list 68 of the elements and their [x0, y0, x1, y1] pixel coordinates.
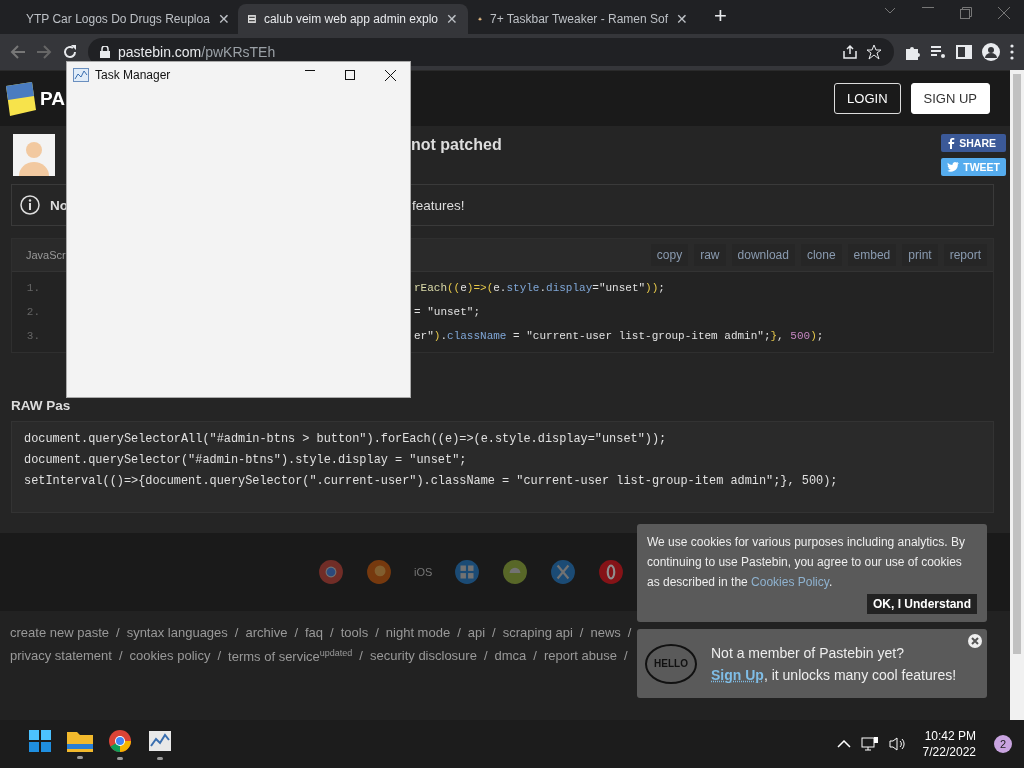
clock-time[interactable]: 10:42 PM — [924, 729, 976, 743]
footer-link[interactable]: cookies policy — [129, 648, 211, 665]
footer-link[interactable]: news — [590, 625, 621, 640]
separator: / — [627, 625, 632, 640]
separator: / — [116, 625, 120, 640]
language-label: JavaScr — [26, 249, 66, 261]
footer-link[interactable]: terms of service$^{updated}$ — [228, 648, 353, 665]
code-action-button[interactable]: report — [943, 244, 987, 266]
logo-text[interactable]: PA — [40, 87, 65, 110]
code-line: er").className = "current-user list-group-item admin";}, 500); — [414, 330, 824, 342]
ios-label[interactable]: iOS — [414, 566, 433, 578]
footer-link[interactable]: dmca — [494, 648, 527, 665]
clock-date[interactable]: 7/22/2022 — [922, 745, 976, 759]
code-action-button[interactable]: raw — [694, 244, 726, 266]
code-action-button[interactable]: print — [902, 244, 938, 266]
cookies-policy-link[interactable]: Cookies Policy — [751, 575, 829, 589]
browser-tab[interactable]: calub veim web app admin explo ✕ — [238, 4, 468, 34]
separator: / — [579, 625, 584, 640]
notification-badge[interactable]: 2 — [994, 735, 1012, 753]
hello-bubble: HELLO — [645, 643, 697, 684]
header-button[interactable]: SIGN UP — [910, 83, 990, 114]
separator: / — [217, 648, 222, 665]
separator: / — [375, 625, 379, 640]
browser-tab[interactable]: YTP Car Logos Do Drugs Reuploa ✕ — [8, 4, 238, 34]
separator: / — [359, 648, 363, 665]
separator: / — [234, 625, 239, 640]
browser-tab[interactable]: 7+ Taskbar Tweaker - Ramen Sof ✕ — [468, 4, 698, 34]
code-action-button[interactable]: download — [731, 244, 795, 266]
footer-link[interactable]: night mode — [385, 625, 451, 640]
code-line: rEach((e)=>(e.style.display="unset")); — [414, 282, 665, 294]
separator: / — [483, 648, 488, 665]
footer-link[interactable]: report abuse — [543, 648, 617, 665]
separator: / — [118, 648, 123, 665]
code-line: = "unset"; — [414, 306, 480, 318]
separator: / — [492, 625, 496, 640]
accept-button[interactable]: OK, I Understand — [867, 594, 977, 614]
raw-paste-field[interactable]: document.querySelectorAll("#admin-btns > button").forEach((e)=>(e.style.display="unset")); document.querySelector("#admin-btns").style.display = "unset"; setInterval(()=>{document.querySelector(".current-user").className = "current-user list-group-item admin";}, 500); — [11, 421, 994, 513]
popup-title: Not a member of Pastebin yet? — [711, 644, 905, 661]
footer-link[interactable]: security disclosure — [370, 648, 477, 665]
footer-link[interactable]: faq — [305, 625, 324, 640]
footer-link[interactable]: scraping api — [502, 625, 573, 640]
popup-text: Sign Up, it unlocks many cool features! — [711, 666, 957, 683]
line-number: 3. — [25, 330, 40, 342]
sign-up-link[interactable]: Sign Up — [711, 666, 764, 683]
share-button[interactable]: SHARE — [941, 134, 1006, 152]
code-action-button[interactable]: embed — [847, 244, 897, 266]
footer-link[interactable]: create new paste — [10, 625, 109, 640]
footer-link[interactable]: syntax languages — [126, 625, 228, 640]
footer-link[interactable]: archive — [245, 625, 288, 640]
separator: / — [623, 648, 628, 665]
footer-link[interactable]: tools — [340, 625, 369, 640]
footer-link[interactable]: privacy statement — [10, 648, 112, 665]
code-action-button[interactable]: clone — [800, 244, 842, 266]
section-heading: RAW Pas — [11, 398, 72, 413]
window-title: Task Manager — [95, 68, 171, 82]
separator: / — [294, 625, 298, 640]
separator: / — [457, 625, 461, 640]
footer-link[interactable]: api — [467, 625, 486, 640]
paste-title: not patched — [411, 136, 502, 154]
separator: / — [330, 625, 334, 640]
cookie-text: We use cookies for various purposes including analytics. By continuing to use Pastebin, you agree to our use of cookies as described in the Cookies Policy. — [647, 534, 966, 591]
new-tab-button[interactable]: + — [708, 2, 733, 30]
notice-text: features! — [412, 197, 465, 213]
line-number: 2. — [25, 306, 40, 318]
line-number: 1. — [25, 282, 40, 294]
header-button[interactable]: LOGIN — [834, 83, 901, 114]
code-action-button[interactable]: copy — [650, 244, 689, 266]
separator: / — [533, 648, 537, 665]
